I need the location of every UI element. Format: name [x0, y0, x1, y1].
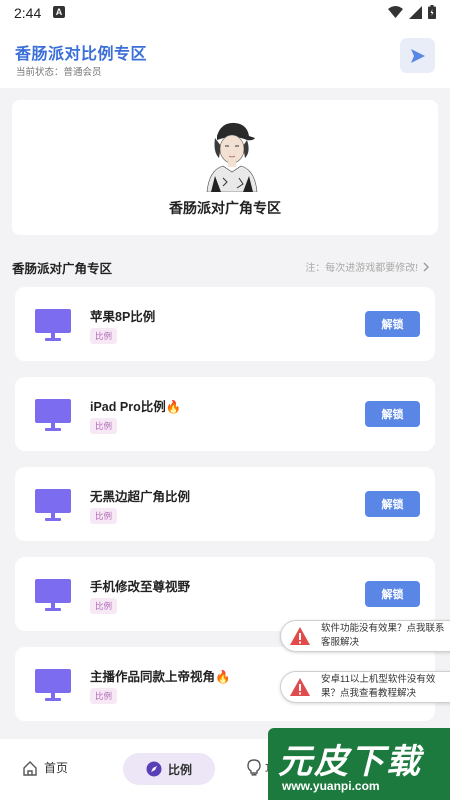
item-name: 主播作品同款上帝视角🔥 — [90, 670, 231, 684]
hero-card: 香肠派对广角专区 — [12, 100, 438, 235]
nav-ratio-label: 比例 — [167, 762, 192, 777]
item-tag: 比例 — [90, 598, 118, 614]
item-name: 苹果8P比例 — [90, 310, 156, 324]
monitor-icon — [35, 489, 71, 521]
unlock-button[interactable]: 解锁 — [365, 581, 420, 607]
monitor-icon — [35, 399, 71, 431]
toast-text: 安卓11以上机型软件没有效果？点我查看教程解决 — [321, 674, 436, 699]
monitor-icon — [35, 309, 71, 341]
warning-icon — [290, 678, 310, 696]
monitor-icon — [35, 579, 71, 611]
member-status: 当前状态：普通会员 — [16, 67, 102, 78]
list-item: 苹果8P比例 比例 解锁 — [15, 287, 435, 361]
lightbulb-icon — [247, 759, 261, 776]
battery-icon — [428, 5, 436, 19]
section-note[interactable]: 注：每次进游戏都要修改! — [305, 259, 430, 274]
chevron-right-icon — [423, 262, 429, 271]
item-name: 手机修改至尊视野 — [90, 580, 191, 594]
item-tag: 比例 — [90, 418, 118, 434]
notification-icon: A — [53, 6, 65, 18]
watermark-url: www.yuanpi.com — [282, 779, 380, 793]
nav-ratio[interactable]: 比例 — [123, 753, 215, 785]
item-tag: 比例 — [90, 328, 118, 344]
status-icons — [388, 5, 436, 19]
fire-icon: 🔥 — [165, 400, 182, 414]
section-title: 香肠派对广角专区 — [12, 262, 113, 276]
tutorial-toast[interactable]: 安卓11以上机型软件没有效果？点我查看教程解决 — [280, 671, 450, 703]
app-header: 香肠派对比例专区 当前状态：普通会员 — [0, 26, 450, 88]
unlock-button[interactable]: 解锁 — [365, 311, 420, 337]
warning-icon — [290, 627, 310, 645]
section-note-text: 注：每次进游戏都要修改! — [305, 263, 418, 274]
nav-home[interactable]: 首页 — [22, 759, 68, 776]
help-toast[interactable]: 软件功能没有效果？点我联系客服解决 — [280, 620, 450, 652]
wifi-icon — [388, 5, 403, 18]
unlock-button[interactable]: 解锁 — [365, 491, 420, 517]
list-item: 无黑边超广角比例 比例 解锁 — [15, 467, 435, 541]
home-icon — [23, 760, 37, 776]
send-button[interactable] — [400, 38, 435, 73]
status-time: 2:44 — [14, 5, 42, 21]
item-name: 无黑边超广角比例 — [90, 490, 191, 504]
nav-home-label: 首页 — [44, 761, 69, 775]
compass-icon — [146, 761, 162, 777]
signal-icon — [409, 5, 422, 19]
watermark-main: 元皮下载 — [278, 743, 422, 781]
item-tag: 比例 — [90, 688, 118, 704]
unlock-button[interactable]: 解锁 — [365, 401, 420, 427]
item-name: iPad Pro比例🔥 — [90, 400, 182, 414]
send-icon — [410, 48, 425, 63]
page-title: 香肠派对比例专区 — [15, 46, 148, 63]
hero-title: 香肠派对广角专区 — [169, 200, 281, 216]
monitor-icon — [35, 669, 71, 701]
status-bar: 2:44 A — [0, 0, 450, 26]
item-tag: 比例 — [90, 508, 118, 524]
fire-icon: 🔥 — [215, 670, 231, 684]
avatar — [206, 122, 258, 192]
watermark-logo: 元皮下载 www.yuanpi.com — [268, 728, 450, 800]
toast-text: 软件功能没有效果？点我联系客服解决 — [321, 623, 445, 648]
list-item: iPad Pro比例🔥 比例 解锁 — [15, 377, 435, 451]
